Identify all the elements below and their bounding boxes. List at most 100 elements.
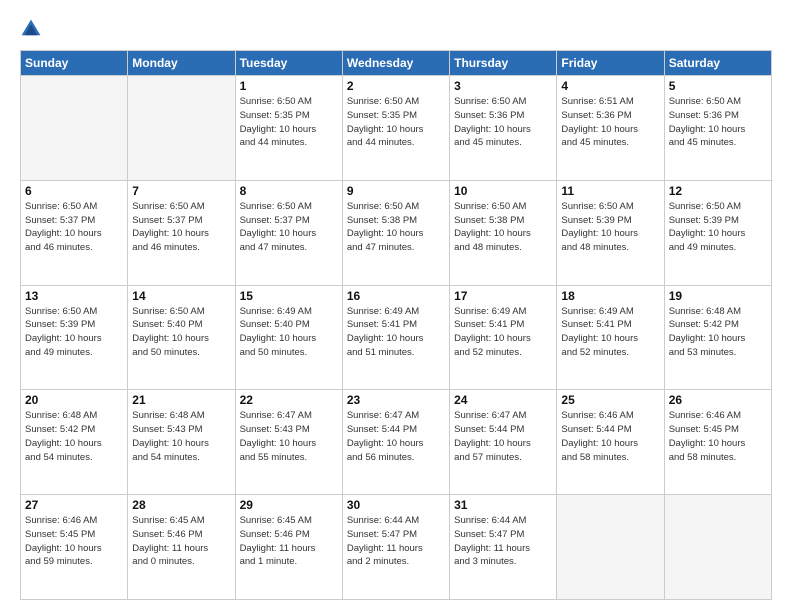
day-cell: 19 Sunrise: 6:48 AM Sunset: 5:42 PM Dayli…	[664, 285, 771, 390]
day-cell: 12 Sunrise: 6:50 AM Sunset: 5:39 PM Dayli…	[664, 180, 771, 285]
day-number: 6	[25, 184, 123, 198]
day-info: Sunrise: 6:48 AM Sunset: 5:43 PM Dayligh…	[132, 409, 230, 464]
day-cell: 2 Sunrise: 6:50 AM Sunset: 5:35 PM Daylig…	[342, 76, 449, 181]
day-cell: 13 Sunrise: 6:50 AM Sunset: 5:39 PM Dayli…	[21, 285, 128, 390]
day-cell: 26 Sunrise: 6:46 AM Sunset: 5:45 PM Dayli…	[664, 390, 771, 495]
weekday-header-monday: Monday	[128, 51, 235, 76]
day-cell	[664, 495, 771, 600]
day-cell	[557, 495, 664, 600]
day-info: Sunrise: 6:49 AM Sunset: 5:41 PM Dayligh…	[561, 305, 659, 360]
day-cell: 29 Sunrise: 6:45 AM Sunset: 5:46 PM Dayli…	[235, 495, 342, 600]
day-cell: 20 Sunrise: 6:48 AM Sunset: 5:42 PM Dayli…	[21, 390, 128, 495]
day-number: 12	[669, 184, 767, 198]
day-number: 2	[347, 79, 445, 93]
day-number: 19	[669, 289, 767, 303]
weekday-header-thursday: Thursday	[450, 51, 557, 76]
header	[20, 18, 772, 40]
day-cell: 21Sunrise: 6:48 AM Sunset: 5:43 PM Dayli…	[128, 390, 235, 495]
day-cell: 22 Sunrise: 6:47 AM Sunset: 5:43 PM Dayli…	[235, 390, 342, 495]
day-info: Sunrise: 6:50 AM Sunset: 5:38 PM Dayligh…	[347, 200, 445, 255]
week-row-2: 6 Sunrise: 6:50 AM Sunset: 5:37 PM Daylig…	[21, 180, 772, 285]
day-number: 24	[454, 393, 552, 407]
day-cell	[128, 76, 235, 181]
day-info: Sunrise: 6:44 AM Sunset: 5:47 PM Dayligh…	[454, 514, 552, 569]
day-info: Sunrise: 6:47 AM Sunset: 5:43 PM Dayligh…	[240, 409, 338, 464]
day-info: Sunrise: 6:50 AM Sunset: 5:36 PM Dayligh…	[454, 95, 552, 150]
week-row-1: 1 Sunrise: 6:50 AM Sunset: 5:35 PM Daylig…	[21, 76, 772, 181]
day-info: Sunrise: 6:45 AM Sunset: 5:46 PM Dayligh…	[240, 514, 338, 569]
day-cell: 3 Sunrise: 6:50 AM Sunset: 5:36 PM Daylig…	[450, 76, 557, 181]
day-info: Sunrise: 6:49 AM Sunset: 5:41 PM Dayligh…	[454, 305, 552, 360]
day-cell: 17 Sunrise: 6:49 AM Sunset: 5:41 PM Dayli…	[450, 285, 557, 390]
week-row-5: 27 Sunrise: 6:46 AM Sunset: 5:45 PM Dayli…	[21, 495, 772, 600]
day-number: 27	[25, 498, 123, 512]
day-number: 20	[25, 393, 123, 407]
weekday-header-sunday: Sunday	[21, 51, 128, 76]
day-info: Sunrise: 6:46 AM Sunset: 5:45 PM Dayligh…	[669, 409, 767, 464]
day-cell: 15 Sunrise: 6:49 AM Sunset: 5:40 PM Dayli…	[235, 285, 342, 390]
logo	[20, 18, 46, 40]
day-cell: 5Sunrise: 6:50 AM Sunset: 5:36 PM Daylig…	[664, 76, 771, 181]
day-number: 26	[669, 393, 767, 407]
day-number: 3	[454, 79, 552, 93]
day-number: 9	[347, 184, 445, 198]
day-info: Sunrise: 6:50 AM Sunset: 5:35 PM Dayligh…	[347, 95, 445, 150]
day-info: Sunrise: 6:50 AM Sunset: 5:38 PM Dayligh…	[454, 200, 552, 255]
day-cell	[21, 76, 128, 181]
logo-icon	[20, 18, 42, 40]
day-number: 11	[561, 184, 659, 198]
day-info: Sunrise: 6:44 AM Sunset: 5:47 PM Dayligh…	[347, 514, 445, 569]
day-cell: 6Sunrise: 6:50 AM Sunset: 5:37 PM Daylig…	[21, 180, 128, 285]
day-number: 28	[132, 498, 230, 512]
weekday-header-row: SundayMondayTuesdayWednesdayThursdayFrid…	[21, 51, 772, 76]
day-cell: 24 Sunrise: 6:47 AM Sunset: 5:44 PM Dayli…	[450, 390, 557, 495]
day-info: Sunrise: 6:45 AM Sunset: 5:46 PM Dayligh…	[132, 514, 230, 569]
day-cell: 11 Sunrise: 6:50 AM Sunset: 5:39 PM Dayli…	[557, 180, 664, 285]
page: SundayMondayTuesdayWednesdayThursdayFrid…	[0, 0, 792, 612]
day-number: 17	[454, 289, 552, 303]
day-cell: 25Sunrise: 6:46 AM Sunset: 5:44 PM Dayli…	[557, 390, 664, 495]
day-info: Sunrise: 6:50 AM Sunset: 5:40 PM Dayligh…	[132, 305, 230, 360]
day-info: Sunrise: 6:51 AM Sunset: 5:36 PM Dayligh…	[561, 95, 659, 150]
day-cell: 10 Sunrise: 6:50 AM Sunset: 5:38 PM Dayli…	[450, 180, 557, 285]
day-info: Sunrise: 6:50 AM Sunset: 5:39 PM Dayligh…	[25, 305, 123, 360]
day-info: Sunrise: 6:48 AM Sunset: 5:42 PM Dayligh…	[25, 409, 123, 464]
day-number: 8	[240, 184, 338, 198]
week-row-3: 13 Sunrise: 6:50 AM Sunset: 5:39 PM Dayli…	[21, 285, 772, 390]
weekday-header-saturday: Saturday	[664, 51, 771, 76]
day-cell: 28 Sunrise: 6:45 AM Sunset: 5:46 PM Dayli…	[128, 495, 235, 600]
day-cell: 4 Sunrise: 6:51 AM Sunset: 5:36 PM Daylig…	[557, 76, 664, 181]
day-info: Sunrise: 6:50 AM Sunset: 5:39 PM Dayligh…	[669, 200, 767, 255]
day-info: Sunrise: 6:48 AM Sunset: 5:42 PM Dayligh…	[669, 305, 767, 360]
day-cell: 31Sunrise: 6:44 AM Sunset: 5:47 PM Dayli…	[450, 495, 557, 600]
day-number: 25	[561, 393, 659, 407]
day-number: 14	[132, 289, 230, 303]
day-cell: 30Sunrise: 6:44 AM Sunset: 5:47 PM Dayli…	[342, 495, 449, 600]
day-info: Sunrise: 6:50 AM Sunset: 5:37 PM Dayligh…	[240, 200, 338, 255]
weekday-header-friday: Friday	[557, 51, 664, 76]
day-cell: 9 Sunrise: 6:50 AM Sunset: 5:38 PM Daylig…	[342, 180, 449, 285]
day-number: 29	[240, 498, 338, 512]
day-number: 4	[561, 79, 659, 93]
day-cell: 18Sunrise: 6:49 AM Sunset: 5:41 PM Dayli…	[557, 285, 664, 390]
day-cell: 16 Sunrise: 6:49 AM Sunset: 5:41 PM Dayli…	[342, 285, 449, 390]
day-number: 22	[240, 393, 338, 407]
weekday-header-tuesday: Tuesday	[235, 51, 342, 76]
day-cell: 23Sunrise: 6:47 AM Sunset: 5:44 PM Dayli…	[342, 390, 449, 495]
day-info: Sunrise: 6:50 AM Sunset: 5:39 PM Dayligh…	[561, 200, 659, 255]
day-info: Sunrise: 6:46 AM Sunset: 5:45 PM Dayligh…	[25, 514, 123, 569]
day-number: 5	[669, 79, 767, 93]
day-info: Sunrise: 6:50 AM Sunset: 5:35 PM Dayligh…	[240, 95, 338, 150]
day-info: Sunrise: 6:49 AM Sunset: 5:40 PM Dayligh…	[240, 305, 338, 360]
day-number: 1	[240, 79, 338, 93]
day-number: 15	[240, 289, 338, 303]
day-cell: 27 Sunrise: 6:46 AM Sunset: 5:45 PM Dayli…	[21, 495, 128, 600]
day-info: Sunrise: 6:47 AM Sunset: 5:44 PM Dayligh…	[347, 409, 445, 464]
day-info: Sunrise: 6:47 AM Sunset: 5:44 PM Dayligh…	[454, 409, 552, 464]
day-info: Sunrise: 6:49 AM Sunset: 5:41 PM Dayligh…	[347, 305, 445, 360]
day-number: 13	[25, 289, 123, 303]
day-number: 7	[132, 184, 230, 198]
week-row-4: 20 Sunrise: 6:48 AM Sunset: 5:42 PM Dayli…	[21, 390, 772, 495]
day-number: 10	[454, 184, 552, 198]
day-number: 16	[347, 289, 445, 303]
